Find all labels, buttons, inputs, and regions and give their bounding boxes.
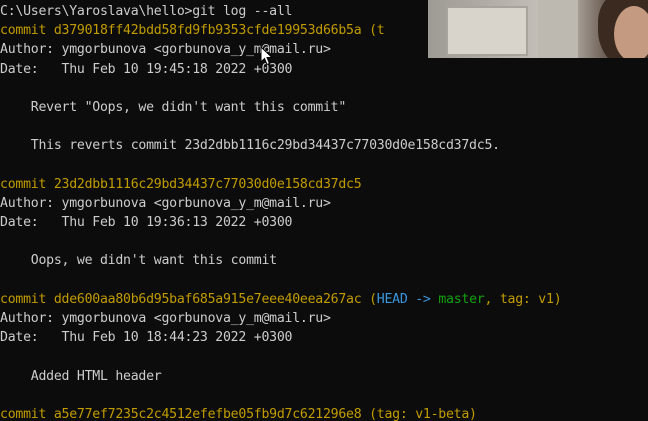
terminal-text-segment: Date: Thu Feb 10 19:36:13 2022 +0300 — [0, 215, 293, 231]
terminal-line: Date: Thu Feb 10 19:36:13 2022 +0300 — [0, 213, 561, 232]
terminal-text-segment: commit dde600aa80b6d95baf685a915e7eee40e… — [0, 291, 377, 307]
terminal-text-segment: tag: v1 — [499, 291, 554, 307]
terminal-line: commit dde600aa80b6d95baf685a915e7eee40e… — [0, 290, 562, 309]
terminal-text-segment: , — [484, 291, 500, 307]
terminal-line: Date: Thu Feb 10 18:44:23 2022 +0300 — [0, 328, 561, 347]
terminal-text-segment: ) — [553, 291, 562, 307]
terminal-window[interactable]: C:\Users\Yaroslava\hello>git log --all co… — [0, 0, 648, 421]
terminal-text-segment: Revert "Oops, we didn't want this commit… — [0, 99, 347, 115]
terminal-text-segment: commit d379018ff42bdd58fd9fb9353cfde1995… — [0, 23, 385, 39]
terminal-text-segment: commit a5e77ef7235c2c4512efefbe05fb9d7c6… — [0, 406, 477, 421]
terminal-text-segment: Author: ymgorbunova <gorbunova_y_m@mail.… — [0, 195, 331, 211]
terminal-text-segment: Author: ymgorbunova <gorbunova_y_m@mail.… — [0, 311, 331, 326]
terminal-text-segment: Oops, we didn't want this commit — [0, 253, 277, 269]
terminal-line: commit a5e77ef7235c2c4512efefbe05fb9d7c6… — [0, 405, 561, 421]
webcam-overlay — [428, 0, 648, 58]
terminal-text-segment: commit 23d2dbb1116c29bd34437c77030d0e158… — [0, 176, 362, 192]
terminal-line: Added HTML header — [0, 367, 561, 386]
terminal-line: This reverts commit 23d2dbb1116c29bd3443… — [0, 136, 561, 155]
terminal-text-segment: Date: Thu Feb 10 18:44:23 2022 +0300 — [0, 330, 293, 346]
terminal-text-segment: master — [438, 291, 485, 307]
terminal-line: Revert "Oops, we didn't want this commit… — [0, 98, 561, 117]
terminal-line: Date: Thu Feb 10 19:45:18 2022 +0300 — [0, 60, 561, 79]
webcam-background-wall — [538, 0, 578, 58]
terminal-text-segment: HEAD -> — [376, 291, 439, 307]
terminal-text-segment: Added HTML header — [0, 368, 162, 384]
terminal-text-segment: Date: Thu Feb 10 19:45:18 2022 +0300 — [0, 61, 293, 77]
terminal-line: commit 23d2dbb1116c29bd34437c77030d0e158… — [0, 175, 561, 194]
terminal-text-segment: Author: ymgorbunova <gorbunova_y_m@mail.… — [0, 42, 331, 58]
terminal-line: Author: ymgorbunova <gorbunova_y_m@mail.… — [0, 194, 561, 213]
terminal-text-segment: This reverts commit 23d2dbb1116c29bd3443… — [0, 138, 500, 154]
terminal-text-segment: C:\Users\Yaroslava\hello>git log --all — [0, 4, 293, 19]
terminal-line: Author: ymgorbunova <gorbunova_y_m@mail.… — [0, 309, 561, 328]
webcam-person-face — [614, 6, 648, 58]
webcam-background-shelf — [446, 6, 528, 56]
terminal-output: C:\Users\Yaroslava\hello>git log --all co… — [0, 2, 562, 421]
terminal-line: Oops, we didn't want this commit — [0, 251, 561, 270]
